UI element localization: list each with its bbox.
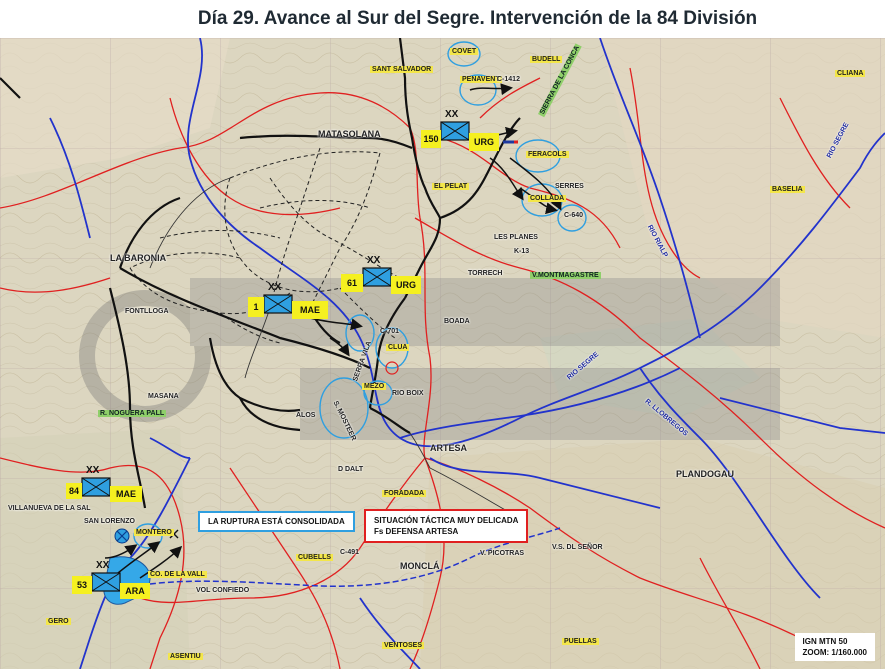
place-la-baronia: LA BARONIA bbox=[110, 253, 167, 263]
place-v-montmagastre: V.MONTMAGASTRE bbox=[530, 272, 601, 279]
unit-61-abbr: URG bbox=[391, 276, 421, 294]
place-serres: SERRES bbox=[555, 183, 584, 190]
place-v-pico-tras: V. PICOTRAS bbox=[480, 550, 525, 557]
map-title-bar: Día 29. Avance al Sur del Segre. Interve… bbox=[0, 0, 885, 38]
place-fontlloga: FONTLLOGA bbox=[125, 308, 169, 315]
unit-53-number: 53 bbox=[72, 576, 92, 594]
callout-situacion-line1: SITUACIÓN TÁCTICA MUY DELICADA bbox=[374, 516, 519, 525]
road-c640: C-640 bbox=[564, 212, 584, 219]
place-masana: MASANA bbox=[148, 393, 179, 400]
echelon-mark-150: XX bbox=[445, 109, 459, 120]
road-c701: C-701 bbox=[380, 328, 400, 335]
unit-53-abbr: ARA bbox=[120, 583, 150, 599]
place-collada: COLLADA bbox=[528, 195, 567, 202]
place-vol-confiedo: VOL CONFIEDO bbox=[196, 587, 250, 594]
place-gero: GERO bbox=[46, 618, 71, 625]
place-budell: BUDELL bbox=[530, 56, 563, 63]
place-asentiu: ASENTIU bbox=[168, 653, 203, 660]
callout-ruptura: LA RUPTURA ESTÁ CONSOLIDADA bbox=[198, 511, 355, 532]
echelon-mark-1: XX bbox=[268, 282, 282, 293]
place-torrech: TORRECH bbox=[468, 270, 503, 277]
place-moncla: MONCLÁ bbox=[400, 561, 440, 571]
unit-1-abbr: MAE bbox=[292, 301, 328, 319]
place-boada: BOADA bbox=[444, 318, 470, 325]
unit-150-abbr: URG bbox=[469, 133, 499, 151]
unit-84-symbol bbox=[81, 477, 111, 497]
place-cliana: CLIANA bbox=[835, 70, 866, 77]
place-sant-salvador: SANT SALVADOR bbox=[370, 66, 434, 73]
unit-53-symbol bbox=[91, 572, 121, 592]
place-montero: MONTERO bbox=[134, 529, 174, 536]
unit-61-symbol bbox=[362, 267, 392, 287]
place-san-lorenzo: SAN LORENZO bbox=[84, 518, 135, 525]
road-k13: K-13 bbox=[514, 248, 530, 255]
unit-1-symbol bbox=[263, 294, 293, 314]
echelon-mark-61: XX bbox=[367, 255, 381, 266]
place-el-pelat: EL PELAT bbox=[432, 183, 470, 190]
place-v-s-del-senor: V.S. DL SEÑOR bbox=[552, 544, 603, 551]
place-cubells: CUBELLS bbox=[296, 554, 334, 561]
place-plandogau: PLANDOGAU bbox=[676, 469, 734, 479]
place-mezo: MEZO bbox=[362, 383, 387, 390]
place-artesa: ARTESA bbox=[430, 443, 468, 453]
unit-150-symbol bbox=[440, 121, 470, 141]
place-covet: COVET bbox=[450, 48, 479, 55]
place-ventoses: VENTOSES bbox=[382, 642, 424, 649]
callout-situacion: SITUACIÓN TÁCTICA MUY DELICADA Fs DEFENS… bbox=[364, 509, 529, 543]
place-foradada: FORADADA bbox=[382, 490, 427, 497]
unit-1-number: 1 bbox=[248, 297, 264, 317]
unit-61-number: 61 bbox=[341, 274, 363, 292]
place-puellas: PUELLAS bbox=[562, 638, 599, 645]
label-r-noguera: R. NOGUERA PALL bbox=[98, 410, 167, 417]
place-feracols: FERACOLS bbox=[526, 151, 569, 158]
unit-84-number: 84 bbox=[66, 483, 82, 499]
place-baselia: BASELIA bbox=[770, 186, 805, 193]
place-penavent: PENAVENT bbox=[460, 76, 502, 83]
unit-150-number: 150 bbox=[421, 130, 441, 148]
unit-84-abbr: MAE bbox=[110, 486, 142, 502]
map-canvas[interactable]: XX XX XX XX XX 150 URG 61 URG 1 MAE 84 M… bbox=[0, 38, 885, 669]
callout-ruptura-text: LA RUPTURA ESTÁ CONSOLIDADA bbox=[208, 517, 345, 526]
scale-line-2: ZOOM: 1/160.000 bbox=[802, 648, 867, 657]
road-c491: C-491 bbox=[340, 549, 360, 556]
place-vilanova: VILLANUEVA DE LA SAL bbox=[8, 505, 91, 512]
scale-box: IGN MTN 50 ZOOM: 1/160.000 bbox=[794, 633, 875, 661]
scale-line-1: IGN MTN 50 bbox=[802, 637, 848, 646]
place-d-dalt: D DALT bbox=[338, 466, 364, 473]
echelon-mark-84: XX bbox=[86, 465, 100, 476]
place-les-planes: LES PLANES bbox=[494, 234, 538, 241]
road-c1412: C-1412 bbox=[497, 76, 520, 83]
place-matasolana: MATASOLANA bbox=[318, 129, 381, 139]
place-alos: ALOS bbox=[296, 412, 316, 419]
map-svg bbox=[0, 38, 885, 669]
map-title: Día 29. Avance al Sur del Segre. Interve… bbox=[197, 8, 758, 29]
place-clua: CLUA bbox=[386, 344, 410, 351]
place-rio-boix: RIO BOIX bbox=[392, 390, 424, 397]
echelon-mark-53: XX bbox=[96, 560, 110, 571]
callout-situacion-line2: Fs DEFENSA ARTESA bbox=[374, 527, 459, 536]
place-co-de-la-vall: CO. DE LA VALL bbox=[148, 571, 207, 578]
